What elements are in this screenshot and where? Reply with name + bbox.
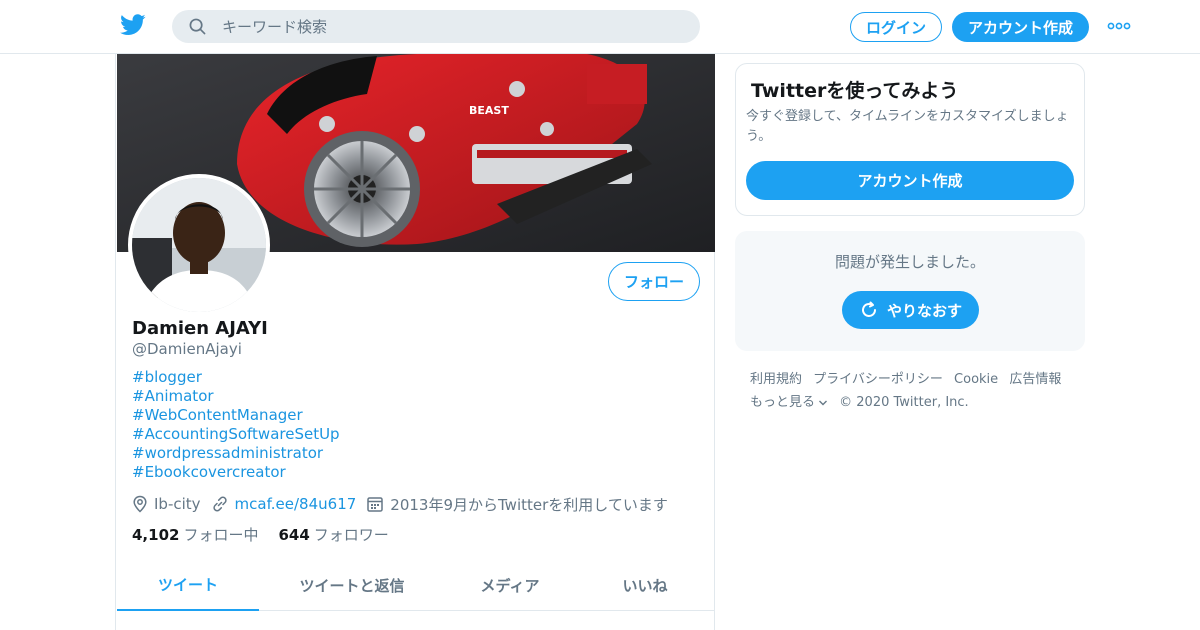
bio-hashtag-link[interactable]: #wordpressadministrator bbox=[132, 444, 340, 463]
bio-hashtag-link[interactable]: #AccountingSoftwareSetUp bbox=[132, 425, 340, 444]
bio-hashtag-link[interactable]: #Animator bbox=[132, 387, 340, 406]
website-item: mcaf.ee/84u617 bbox=[211, 495, 357, 513]
profile-name: Damien AJAYI bbox=[132, 318, 268, 339]
more-label: もっと見る bbox=[750, 395, 816, 410]
footer-link-cookie[interactable]: Cookie bbox=[954, 372, 998, 387]
profile-meta: Ib-city mcaf.ee/84u617 2013年9月からTwitterを… bbox=[132, 494, 678, 514]
tab-media[interactable]: メディア bbox=[445, 559, 575, 611]
tab-tweets[interactable]: ツイート bbox=[117, 559, 259, 611]
copyright-text: © 2020 Twitter, Inc. bbox=[839, 395, 969, 410]
search-icon bbox=[189, 18, 206, 35]
followers-count: 644 bbox=[278, 526, 310, 544]
retry-label: やりなおす bbox=[886, 301, 962, 320]
promo-description: 今すぐ登録して、タイムラインをカスタマイズしましょう。 bbox=[746, 109, 1069, 144]
chevron-down-icon bbox=[819, 400, 828, 405]
tab-likes[interactable]: いいね bbox=[575, 559, 715, 611]
search-box[interactable] bbox=[172, 10, 700, 43]
error-card: 問題が発生しました。 やりなおす bbox=[735, 231, 1085, 351]
location-item: Ib-city bbox=[132, 495, 201, 513]
profile-stats: 4,102 フォロー中 644 フォロワー bbox=[132, 524, 409, 545]
error-message: 問題が発生しました。 bbox=[834, 253, 985, 271]
calendar-icon bbox=[367, 497, 384, 512]
following-count: 4,102 bbox=[132, 526, 180, 544]
footer-link-ads[interactable]: 広告情報 bbox=[1009, 372, 1061, 387]
signup-promo-card: Twitterを使ってみよう 今すぐ登録して、タイムラインをカスタマイズしましょ… bbox=[735, 63, 1085, 216]
retry-button[interactable]: やりなおす bbox=[842, 291, 979, 329]
top-navigation-bar: ログイン アカウント作成 bbox=[0, 0, 1200, 54]
promo-signup-button[interactable]: アカウント作成 bbox=[746, 161, 1074, 200]
location-pin-icon bbox=[133, 495, 147, 513]
more-dots-icon[interactable] bbox=[1107, 20, 1131, 32]
tab-tweets-and-replies[interactable]: ツイートと返信 bbox=[259, 559, 445, 611]
profile-bio: #blogger #Animator #WebContentManager #A… bbox=[132, 368, 340, 482]
profile-avatar[interactable] bbox=[128, 174, 270, 316]
following-stat[interactable]: 4,102 フォロー中 bbox=[132, 524, 258, 545]
link-icon bbox=[212, 496, 227, 512]
banner-text: BEAST bbox=[469, 104, 509, 117]
footer-link-privacy[interactable]: プライバシーポリシー bbox=[813, 372, 943, 387]
profile-tabs: ツイート ツイートと返信 メディア いいね bbox=[117, 559, 715, 611]
follow-button[interactable]: フォロー bbox=[608, 262, 700, 301]
profile-handle: @DamienAjayi bbox=[132, 340, 242, 358]
followers-stat[interactable]: 644 フォロワー bbox=[278, 524, 388, 545]
avatar-photo bbox=[132, 178, 266, 312]
bio-hashtag-link[interactable]: #WebContentManager bbox=[132, 406, 340, 425]
location-text: Ib-city bbox=[154, 495, 201, 513]
joined-text: 2013年9月からTwitterを利用しています bbox=[390, 495, 668, 514]
footer-links: 利用規約 プライバシーポリシー Cookie 広告情報 もっと見る © 2020… bbox=[750, 368, 1080, 414]
bio-hashtag-link[interactable]: #Ebookcovercreator bbox=[132, 463, 340, 482]
profile-column: BEAST フォロー Damien AJAYI @DamienAjayi #bl… bbox=[115, 54, 715, 630]
followers-label: フォロワー bbox=[313, 526, 389, 544]
bio-hashtag-link[interactable]: #blogger bbox=[132, 368, 340, 387]
twitter-bird-icon[interactable] bbox=[120, 14, 146, 36]
joined-item: 2013年9月からTwitterを利用しています bbox=[366, 494, 668, 515]
website-link[interactable]: mcaf.ee/84u617 bbox=[235, 495, 357, 513]
login-button[interactable]: ログイン bbox=[850, 12, 942, 42]
footer-link-terms[interactable]: 利用規約 bbox=[750, 372, 802, 387]
refresh-icon bbox=[862, 301, 876, 317]
footer-more-link[interactable]: もっと見る bbox=[750, 391, 828, 414]
following-label: フォロー中 bbox=[183, 526, 259, 544]
promo-title: Twitterを使ってみよう bbox=[751, 80, 959, 102]
search-input[interactable] bbox=[222, 10, 682, 43]
signup-button[interactable]: アカウント作成 bbox=[952, 12, 1089, 42]
